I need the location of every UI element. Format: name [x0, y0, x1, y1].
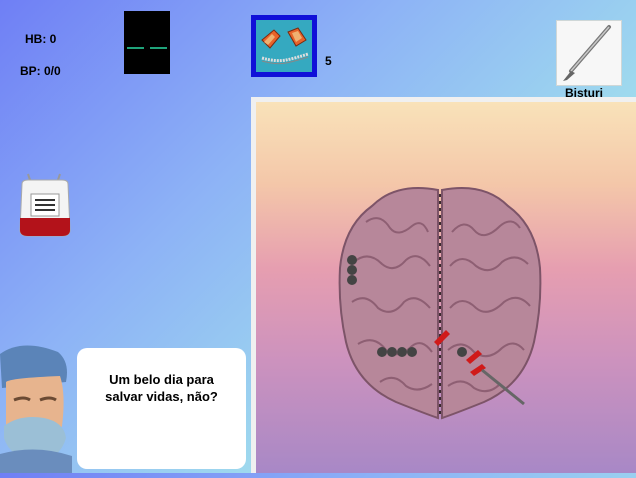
blood-pressure-readout: BP: 0/0	[20, 64, 61, 78]
dialog-line-2: salvar vidas, não?	[105, 389, 218, 404]
surgeon-icon	[0, 345, 72, 473]
defibrillator-icon	[256, 20, 312, 72]
speech-bubble: Um belo dia para salvar vidas, não?	[77, 348, 246, 469]
heart-monitor	[124, 11, 170, 74]
scalpel-tool-button[interactable]	[556, 20, 622, 86]
blood-bag-icon	[19, 173, 71, 237]
blood-bag[interactable]	[16, 172, 74, 240]
brain[interactable]	[256, 102, 636, 473]
defibrillator-tool-button[interactable]	[251, 15, 317, 77]
surgery-area[interactable]	[251, 97, 636, 473]
scalpel-icon	[563, 25, 611, 81]
surgeon-avatar	[0, 342, 72, 473]
heart-beat-readout: HB: 0	[25, 32, 57, 46]
tool-count: 5	[325, 54, 332, 68]
dialog-line-1: Um belo dia para	[109, 372, 214, 387]
